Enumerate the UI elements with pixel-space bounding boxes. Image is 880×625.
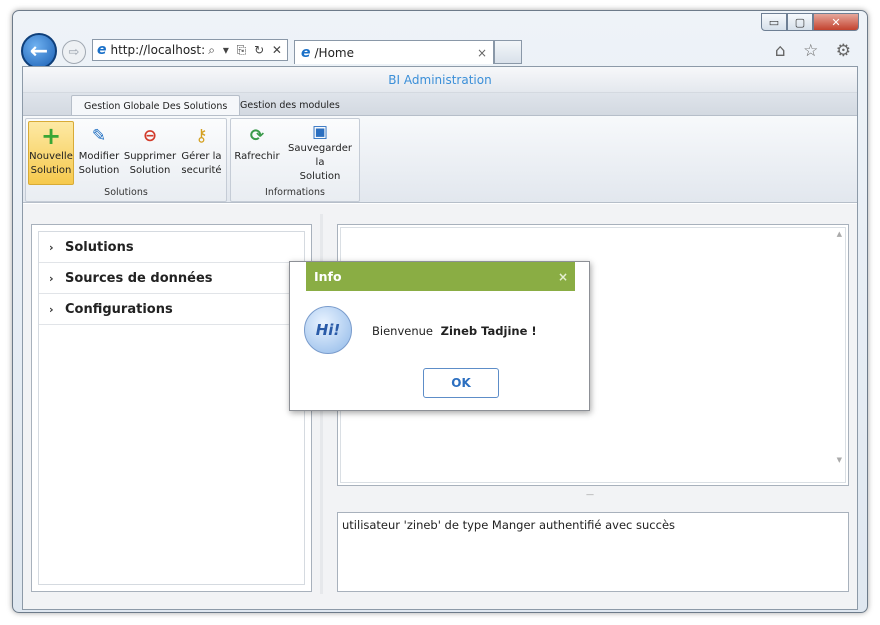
browser-tab[interactable]: e /Home × [294,40,494,64]
accordion-label: Configurations [65,301,173,317]
back-arrow-icon: ← [29,38,49,64]
tab-gestion-globale[interactable]: Gestion Globale Des Solutions [71,95,241,116]
save-solution-label-2: Solution [299,171,341,182]
horizontal-splitter[interactable]: — [327,490,853,499]
tab-title: /Home [314,45,354,60]
app-title: BI Administration [23,67,857,93]
plus-icon: + [40,122,62,150]
accordion-item-solutions[interactable]: › Solutions [39,232,304,263]
window-controls: ▭ ▢ ✕ [761,13,859,31]
scroll-up-icon[interactable]: ▲ [837,230,842,238]
user-name: Zineb Tadjine ! [440,324,537,338]
ribbon: + Nouvelle Solution ✎ Modifier Solution … [23,115,857,203]
group-label-solutions: Solutions [104,187,148,198]
edit-solution-label-2: Solution [78,165,120,176]
edit-icon: ✎ [91,126,107,146]
chevron-right-icon: › [49,240,54,254]
security-label-2: securité [181,165,222,176]
accordion-item-sources[interactable]: › Sources de données [39,263,304,294]
accordion-item-configurations[interactable]: › Configurations [39,294,304,325]
new-tab-button[interactable] [494,40,522,64]
maximize-button[interactable]: ▢ [787,13,813,31]
delete-icon: ⊖ [142,126,158,146]
chevron-right-icon: › [49,271,54,285]
group-label-informations: Informations [265,187,325,198]
dialog-title: Info [314,269,342,284]
ok-button[interactable]: OK [423,368,499,398]
save-solution-button[interactable]: ▣ Sauvegarder la Solution [283,121,357,185]
dialog-close-icon[interactable]: × [551,270,575,284]
edit-solution-label-1: Modifier [78,151,120,162]
new-solution-label-2: Solution [30,165,72,176]
info-dialog: Info × Hi! Bienvenue Zineb Tadjine ! OK [289,261,590,411]
minimize-button[interactable]: ▭ [761,13,787,31]
address-bar[interactable]: e http://localhost: ⌕ ▾ ⎘ ↻ ✕ [92,39,288,61]
security-label-1: Gérer la [181,151,222,162]
dialog-message: Bienvenue Zineb Tadjine ! [372,324,537,338]
key-icon: ⚷ [195,126,208,146]
back-button[interactable]: ← [21,33,57,69]
close-window-button[interactable]: ✕ [813,13,859,31]
browser-tool-icons[interactable]: ⌂ ☆ ⚙ [775,41,857,61]
status-message: utilisateur 'zineb' de type Manger authe… [342,518,676,532]
tab-gestion-modules[interactable]: Gestion des modules [228,95,352,116]
new-solution-button[interactable]: + Nouvelle Solution [28,121,74,185]
refresh-label: Rafrechir [234,151,280,162]
address-tools-icons[interactable]: ⌕ ▾ ⎘ ↻ ✕ [208,43,287,58]
ribbon-tab-strip: Gestion Globale Des Solutions Gestion de… [23,93,857,116]
greeting-icon: Hi! [304,306,352,354]
save-icon: ▣ [311,122,329,142]
accordion-label: Sources de données [65,270,213,286]
accordion-label: Solutions [65,239,134,255]
dialog-header: Info × [306,262,575,291]
edit-solution-button[interactable]: ✎ Modifier Solution [76,121,122,185]
welcome-text: Bienvenue [372,324,433,338]
accordion: › Solutions › Sources de données › Confi… [38,231,305,585]
delete-solution-label-2: Solution [129,165,171,176]
save-solution-label-1: Sauvegarder la [288,143,352,168]
delete-solution-button[interactable]: ⊖ Supprimer Solution [123,121,177,185]
ribbon-group-informations: ⟳ Rafrechir ▣ Sauvegarder la Solution In… [230,118,360,202]
chevron-right-icon: › [49,302,54,316]
refresh-icon: ⟳ [249,126,265,146]
ribbon-group-solutions: + Nouvelle Solution ✎ Modifier Solution … [25,118,227,202]
refresh-button[interactable]: ⟳ Rafrechir [233,121,281,185]
forward-arrow-icon: ⇨ [68,44,80,60]
new-solution-label-1: Nouvelle [29,151,73,162]
tab-close-icon[interactable]: × [477,46,493,60]
scroll-down-icon[interactable]: ▼ [837,456,842,464]
status-log: utilisateur 'zineb' de type Manger authe… [337,512,849,592]
tab-ie-icon: e [301,44,311,61]
ie-logo-icon: e [97,42,107,58]
security-button[interactable]: ⚷ Gérer la securité [179,121,224,185]
forward-button[interactable]: ⇨ [62,40,86,64]
navigation-panel: › Solutions › Sources de données › Confi… [31,224,312,592]
address-input[interactable]: http://localhost: [111,43,209,57]
delete-solution-label-1: Supprimer [123,151,177,162]
